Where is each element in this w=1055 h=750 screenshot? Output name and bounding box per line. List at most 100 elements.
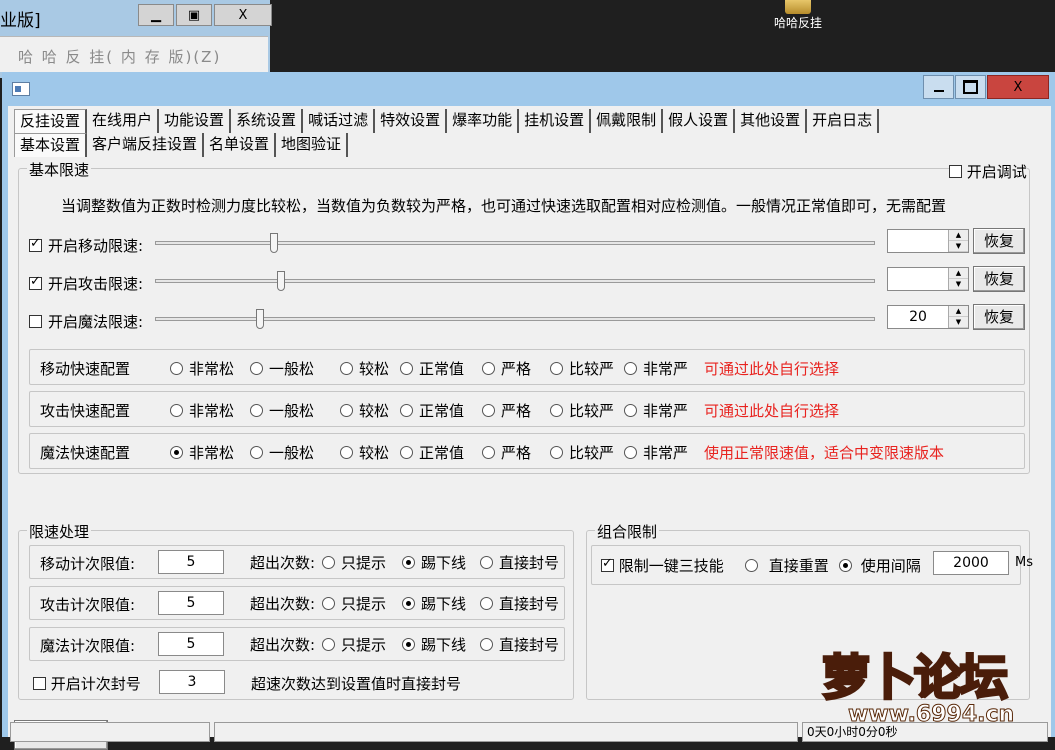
minimize-button[interactable] <box>923 75 954 99</box>
ban-toggle[interactable]: 开启计次封号 <box>33 673 141 694</box>
ban-checkbox[interactable] <box>33 677 46 690</box>
speed-row-2-spinbox[interactable]: 20 ▲ ▼ <box>887 305 969 329</box>
maximize-icon[interactable]: ▣ <box>176 4 212 26</box>
handling-option-0-1[interactable]: 踢下线 <box>402 552 466 573</box>
quick-radio[interactable] <box>550 404 563 417</box>
tab-sub-1[interactable]: 客户端反挂设置 <box>87 133 205 157</box>
speed-row-2-slider[interactable] <box>155 309 875 329</box>
slider-thumb[interactable] <box>256 309 264 329</box>
handling-option-2-2[interactable]: 直接封号 <box>480 634 559 655</box>
quick-option-0-4[interactable]: 严格 <box>482 358 531 379</box>
quick-radio[interactable] <box>550 446 563 459</box>
handling-radio[interactable] <box>480 597 493 610</box>
interval-input[interactable]: 2000 <box>933 551 1009 575</box>
combo-checkbox[interactable] <box>601 556 614 572</box>
tab-main-8[interactable]: 佩戴限制 <box>591 109 664 133</box>
speed-row-0-value[interactable] <box>888 230 948 252</box>
handling-radio[interactable] <box>480 556 493 569</box>
tab-main-7[interactable]: 挂机设置 <box>519 109 592 133</box>
spin-up-icon[interactable]: ▲ <box>949 230 968 241</box>
speed-row-2-value[interactable]: 20 <box>888 306 948 328</box>
tab-main-5[interactable]: 特效设置 <box>375 109 448 133</box>
tab-main-11[interactable]: 开启日志 <box>807 109 880 133</box>
combo-option-interval[interactable]: 使用间隔 <box>839 555 921 576</box>
quick-radio[interactable] <box>400 446 413 459</box>
handling-radio[interactable] <box>322 638 335 651</box>
speed-row-0-slider[interactable] <box>155 233 875 253</box>
quick-option-1-4[interactable]: 严格 <box>482 400 531 421</box>
speed-row-1-spinbox[interactable]: ▲ ▼ <box>887 267 969 291</box>
handling-option-0-0[interactable]: 只提示 <box>322 552 386 573</box>
handling-radio[interactable] <box>402 597 415 610</box>
speed-row-1-slider[interactable] <box>155 271 875 291</box>
spin-up-icon[interactable]: ▲ <box>949 268 968 279</box>
speed-row-2-reset-button[interactable]: 恢复 <box>973 304 1025 330</box>
close-icon[interactable]: X <box>214 4 272 26</box>
quick-radio[interactable] <box>624 446 637 459</box>
speed-row-0-checkbox[interactable] <box>29 236 42 252</box>
tab-sub-0[interactable]: 基本设置 <box>14 133 88 157</box>
spin-down-icon[interactable]: ▼ <box>949 317 968 328</box>
quick-option-2-6[interactable]: 非常严 <box>624 442 688 463</box>
quick-radio[interactable] <box>340 446 353 459</box>
tab-main-1[interactable]: 在线用户 <box>87 109 160 133</box>
handling-radio[interactable] <box>402 638 415 651</box>
speed-row-2-checkbox[interactable] <box>29 315 42 328</box>
quick-option-2-2[interactable]: 较松 <box>340 442 389 463</box>
handling-option-2-1[interactable]: 踢下线 <box>402 634 466 655</box>
maximize-button[interactable] <box>955 75 986 99</box>
speed-row-1-reset-button[interactable]: 恢复 <box>973 266 1025 292</box>
handling-radio[interactable] <box>322 556 335 569</box>
handling-radio[interactable] <box>480 638 493 651</box>
quick-option-1-2[interactable]: 较松 <box>340 400 389 421</box>
quick-option-2-1[interactable]: 一般松 <box>250 442 314 463</box>
handling-option-1-1[interactable]: 踢下线 <box>402 593 466 614</box>
quick-radio[interactable] <box>250 362 263 375</box>
speed-row-2-toggle[interactable]: 开启魔法限速: <box>29 311 143 332</box>
quick-option-0-5[interactable]: 比较严 <box>550 358 614 379</box>
speed-row-1-toggle[interactable]: 开启攻击限速: <box>29 273 143 294</box>
handling-radio[interactable] <box>322 597 335 610</box>
tab-main-3[interactable]: 系统设置 <box>231 109 304 133</box>
minimize-icon[interactable]: ▁ <box>138 4 174 26</box>
quick-option-1-0[interactable]: 非常松 <box>170 400 234 421</box>
handling-row-2-input[interactable]: 5 <box>158 632 224 656</box>
quick-radio[interactable] <box>340 404 353 417</box>
quick-radio[interactable] <box>482 404 495 417</box>
speed-row-1-checkbox[interactable] <box>29 274 42 290</box>
quick-radio[interactable] <box>170 362 183 375</box>
debug-toggle[interactable]: 开启调试 <box>949 161 1027 182</box>
combo-toggle[interactable]: 限制一键三技能 <box>601 555 724 576</box>
tab-main-10[interactable]: 其他设置 <box>735 109 808 133</box>
quick-radio[interactable] <box>250 446 263 459</box>
quick-radio[interactable] <box>170 404 183 417</box>
quick-radio[interactable] <box>550 362 563 375</box>
handling-row-1-input[interactable]: 5 <box>158 591 224 615</box>
quick-radio[interactable] <box>482 362 495 375</box>
handling-radio[interactable] <box>402 556 415 569</box>
quick-radio[interactable] <box>400 362 413 375</box>
slider-thumb[interactable] <box>277 271 285 291</box>
ban-count-input[interactable]: 3 <box>159 670 225 694</box>
tab-main-0[interactable]: 反挂设置 <box>14 109 88 133</box>
quick-radio[interactable] <box>250 404 263 417</box>
quick-radio[interactable] <box>340 362 353 375</box>
spin-arrows[interactable]: ▲ ▼ <box>948 306 968 328</box>
handling-option-1-2[interactable]: 直接封号 <box>480 593 559 614</box>
combo-radio-reset[interactable] <box>745 559 758 572</box>
quick-option-1-5[interactable]: 比较严 <box>550 400 614 421</box>
quick-option-1-3[interactable]: 正常值 <box>400 400 464 421</box>
slider-thumb[interactable] <box>270 233 278 253</box>
speed-row-0-spinbox[interactable]: ▲ ▼ <box>887 229 969 253</box>
handling-option-2-0[interactable]: 只提示 <box>322 634 386 655</box>
handling-row-0-input[interactable]: 5 <box>158 550 224 574</box>
spin-arrows[interactable]: ▲ ▼ <box>948 268 968 290</box>
quick-option-0-2[interactable]: 较松 <box>340 358 389 379</box>
quick-radio[interactable] <box>482 446 495 459</box>
quick-radio[interactable] <box>624 362 637 375</box>
spin-down-icon[interactable]: ▼ <box>949 279 968 290</box>
speed-row-0-toggle[interactable]: 开启移动限速: <box>29 235 143 256</box>
tab-main-4[interactable]: 喊话过滤 <box>303 109 376 133</box>
quick-option-0-0[interactable]: 非常松 <box>170 358 234 379</box>
handling-option-1-0[interactable]: 只提示 <box>322 593 386 614</box>
